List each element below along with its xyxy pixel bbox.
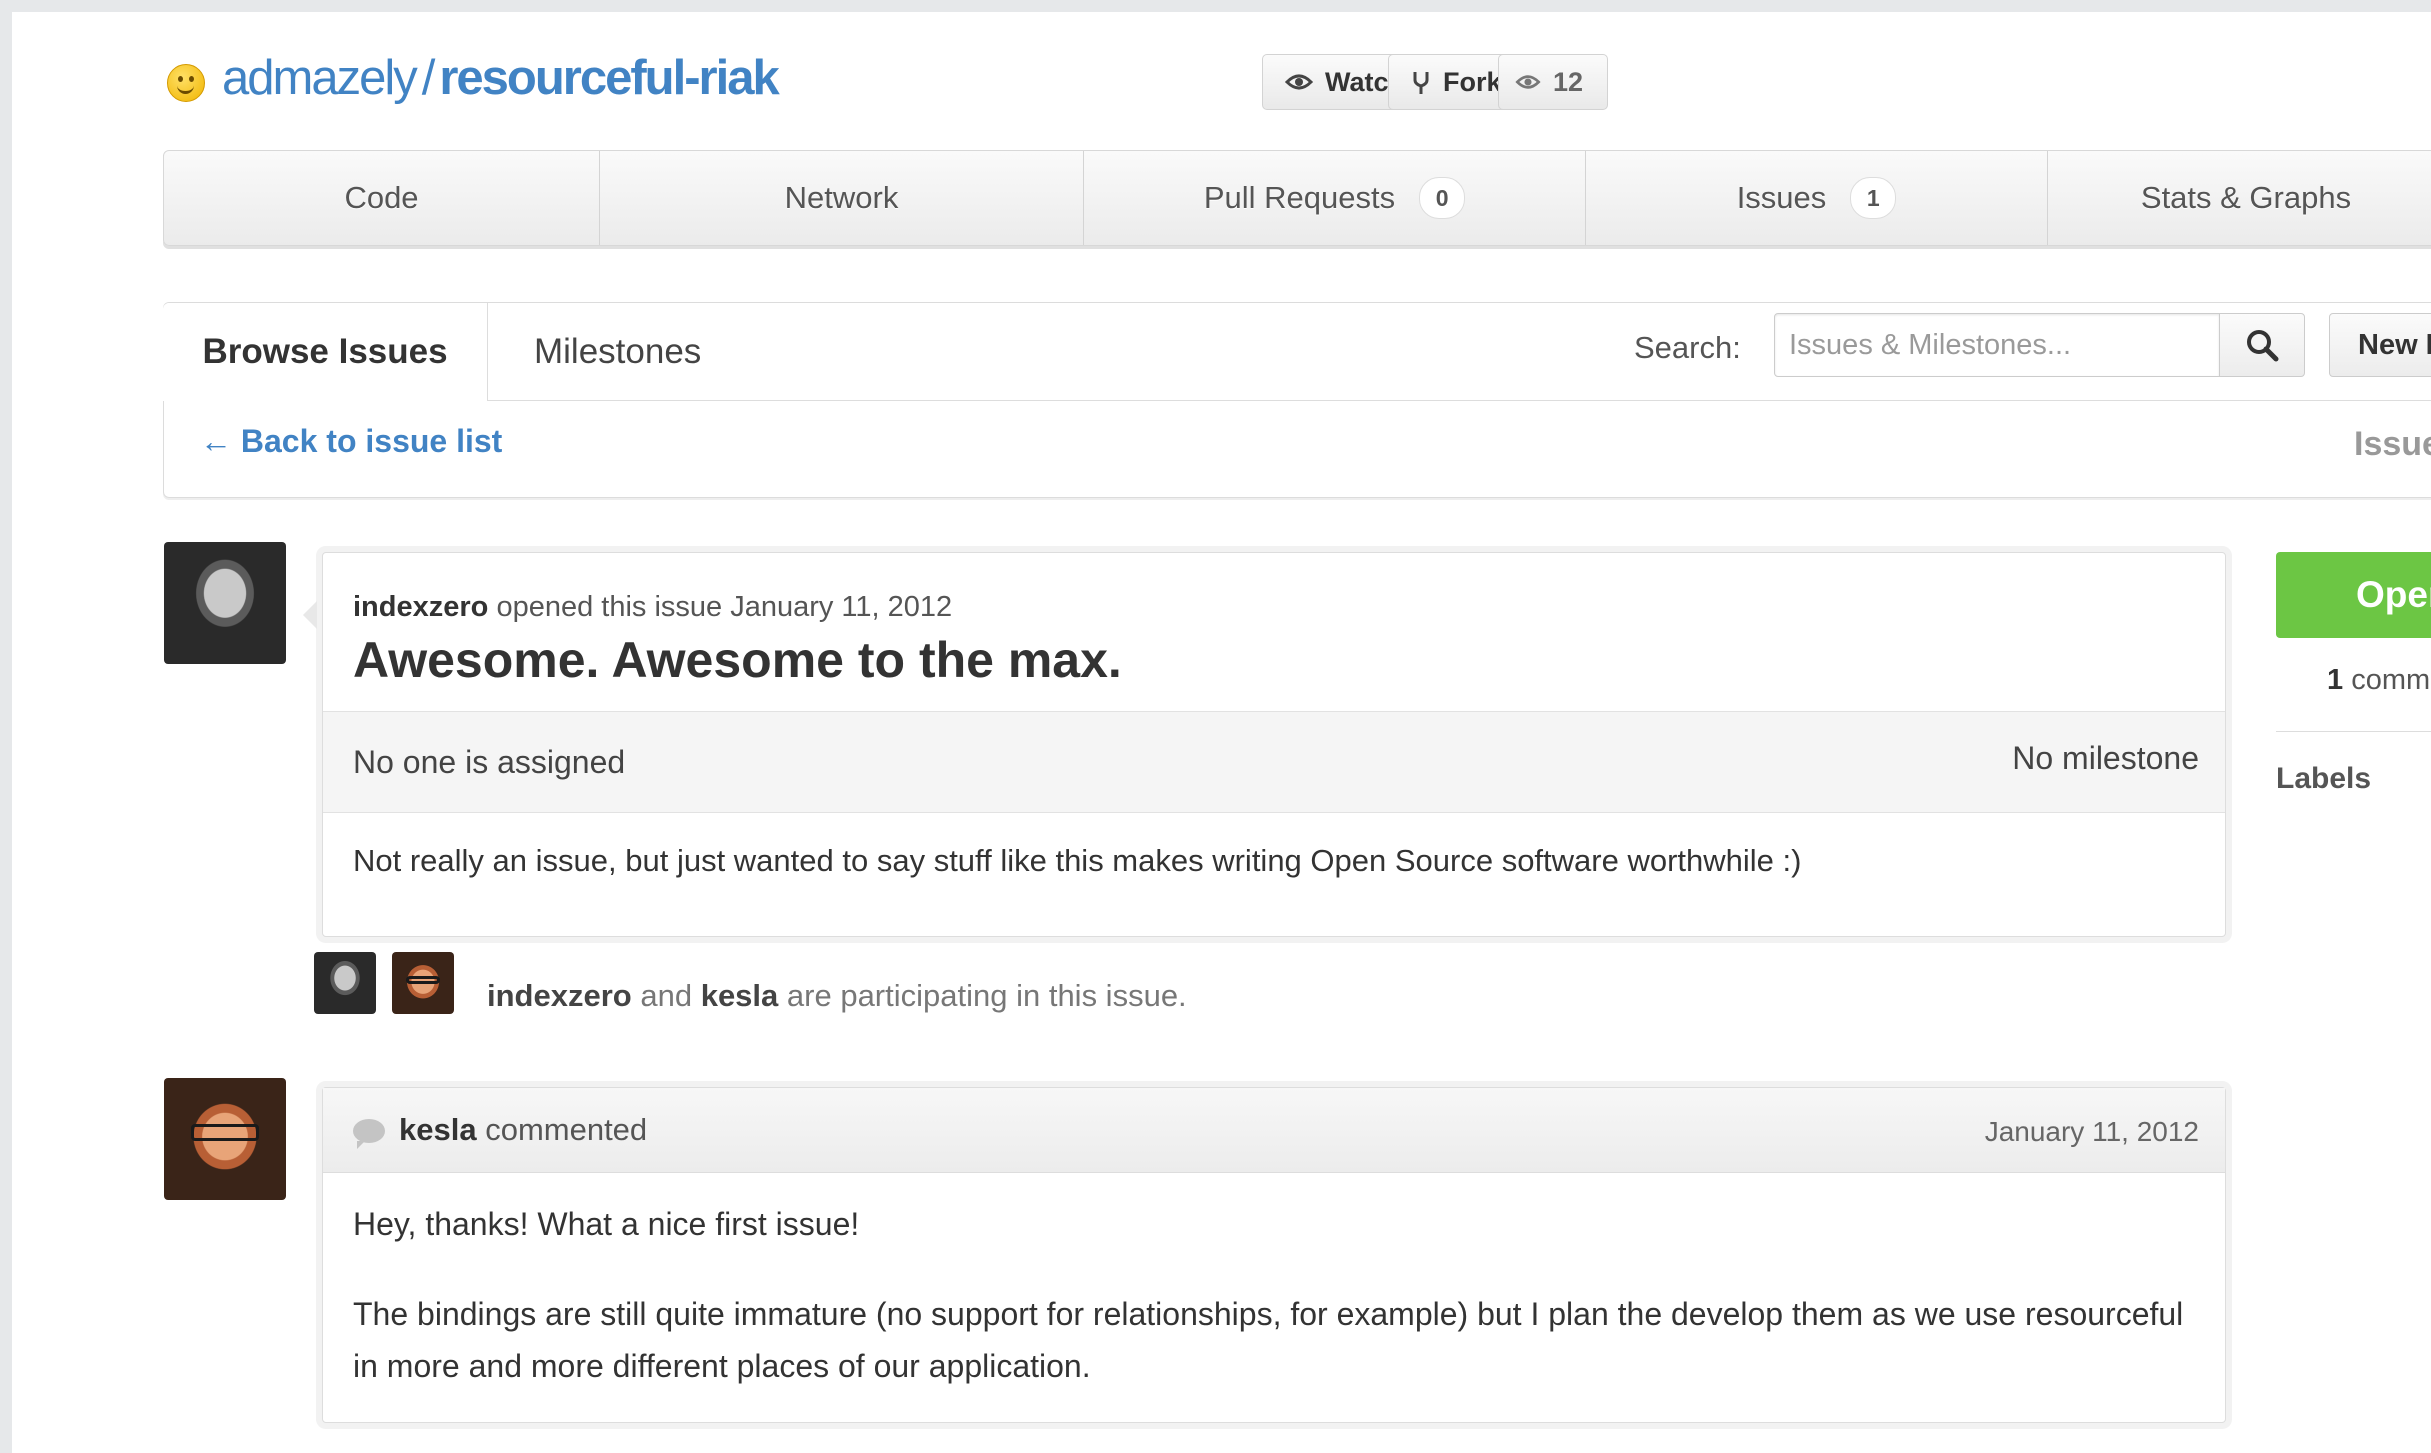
page: admazely / resourceful-riak Watch Fork 12 … [12,12,2431,1453]
eye-icon [1285,74,1313,90]
comment-bubble-icon [353,1119,385,1149]
issue-meta: indexzero opened this issue January 11, … [353,591,952,624]
glasses-icon [405,975,441,985]
avatar-indexzero[interactable] [164,542,286,664]
fork-label: Fork [1443,66,1502,97]
issue-number-label: Issue [2354,425,2431,463]
speech-arrow [303,601,317,629]
new-issue-button[interactable]: New Is [2329,313,2431,377]
labels-heading: Labels [2276,762,2372,795]
repo-tabnav: Code Network Pull Requests 0 Issues 1 Stat… [163,150,2431,246]
repo-owner-link[interactable]: admazely [222,51,418,105]
search-input[interactable] [1774,313,2220,377]
tab-stats-graphs[interactable]: Stats & Graphs [2048,151,2431,245]
comment-author-link[interactable]: kesla [399,1112,477,1147]
issues-subnav: Browse Issues Milestones Search: New Is [163,303,2431,401]
watchers-count-button[interactable]: 12 [1498,54,1608,110]
participant-link-kesla[interactable]: kesla [701,978,779,1013]
issue-author-link[interactable]: indexzero [353,591,488,623]
participants-suffix: are participating in this issue. [786,978,1187,1013]
participant-link-indexzero[interactable]: indexzero [487,978,632,1013]
glasses-icon [190,1124,260,1142]
tab-code[interactable]: Code [164,151,600,245]
issue-milestone[interactable]: No milestone [2012,740,2199,777]
search-icon [2247,330,2279,362]
comment-author-line: kesla commented [399,1112,647,1148]
comment-header: kesla commented January 11, 2012 [323,1088,2225,1173]
comment-count-suffix: comm [2351,664,2431,696]
participant-avatar-kesla[interactable] [392,952,454,1014]
repo-title: admazely / resourceful-riak [222,50,780,106]
issue-infobar: No one is assigned No milestone [323,711,2225,813]
tab-milestones[interactable]: Milestones [534,303,701,400]
fork-icon [1413,72,1429,94]
tab-issues[interactable]: Issues 1 [1586,151,2048,245]
back-to-issue-list-link[interactable]: ← Back to issue list [200,423,502,460]
repo-name-link[interactable]: resourceful-riak [439,51,779,105]
issues-browse-panel: Browse Issues Milestones Search: New Is … [163,302,2431,498]
tab-browse-issues[interactable]: Browse Issues [163,303,488,401]
issue-assignee[interactable]: No one is assigned [353,744,625,781]
comment-paragraph-2: The bindings are still quite immature (n… [353,1296,2184,1384]
comment-action: commented [485,1112,648,1147]
comment-paragraph-1: Hey, thanks! What a nice first issue! [353,1206,860,1242]
tab-network[interactable]: Network [600,151,1084,245]
issues-count: 1 [1850,177,1897,219]
comment-date[interactable]: January 11, 2012 [1985,1116,2199,1148]
comment-count-number: 1 [2327,664,2344,696]
comment-card: kesla commented January 11, 2012 Hey, th… [322,1087,2226,1423]
comment-count: 1 comm [2327,664,2430,697]
participant-avatar-indexzero[interactable] [314,952,376,1014]
participants-line: indexzero and kesla are participating in… [487,978,1187,1014]
issue-title: Awesome. Awesome to the max. [353,632,1122,688]
issue-state-badge: Open [2276,552,2431,638]
issue-opened-text: opened this issue January 11, 2012 [496,591,953,623]
search-label: Search: [1634,330,1741,365]
tab-pull-requests[interactable]: Pull Requests 0 [1084,151,1586,245]
smiley-icon [167,64,205,102]
avatar-kesla[interactable] [164,1078,286,1200]
pull-requests-count: 0 [1419,177,1466,219]
issue-card: indexzero opened this issue January 11, … [303,552,2226,937]
issue-body: Not really an issue, but just wanted to … [353,843,1802,878]
participants-and: and [640,978,693,1013]
sidebar-divider [2276,731,2431,732]
watchers-count: 12 [1553,66,1584,97]
repo-separator: / [421,51,436,105]
search-button[interactable] [2219,313,2305,377]
eye-icon [1515,75,1541,89]
